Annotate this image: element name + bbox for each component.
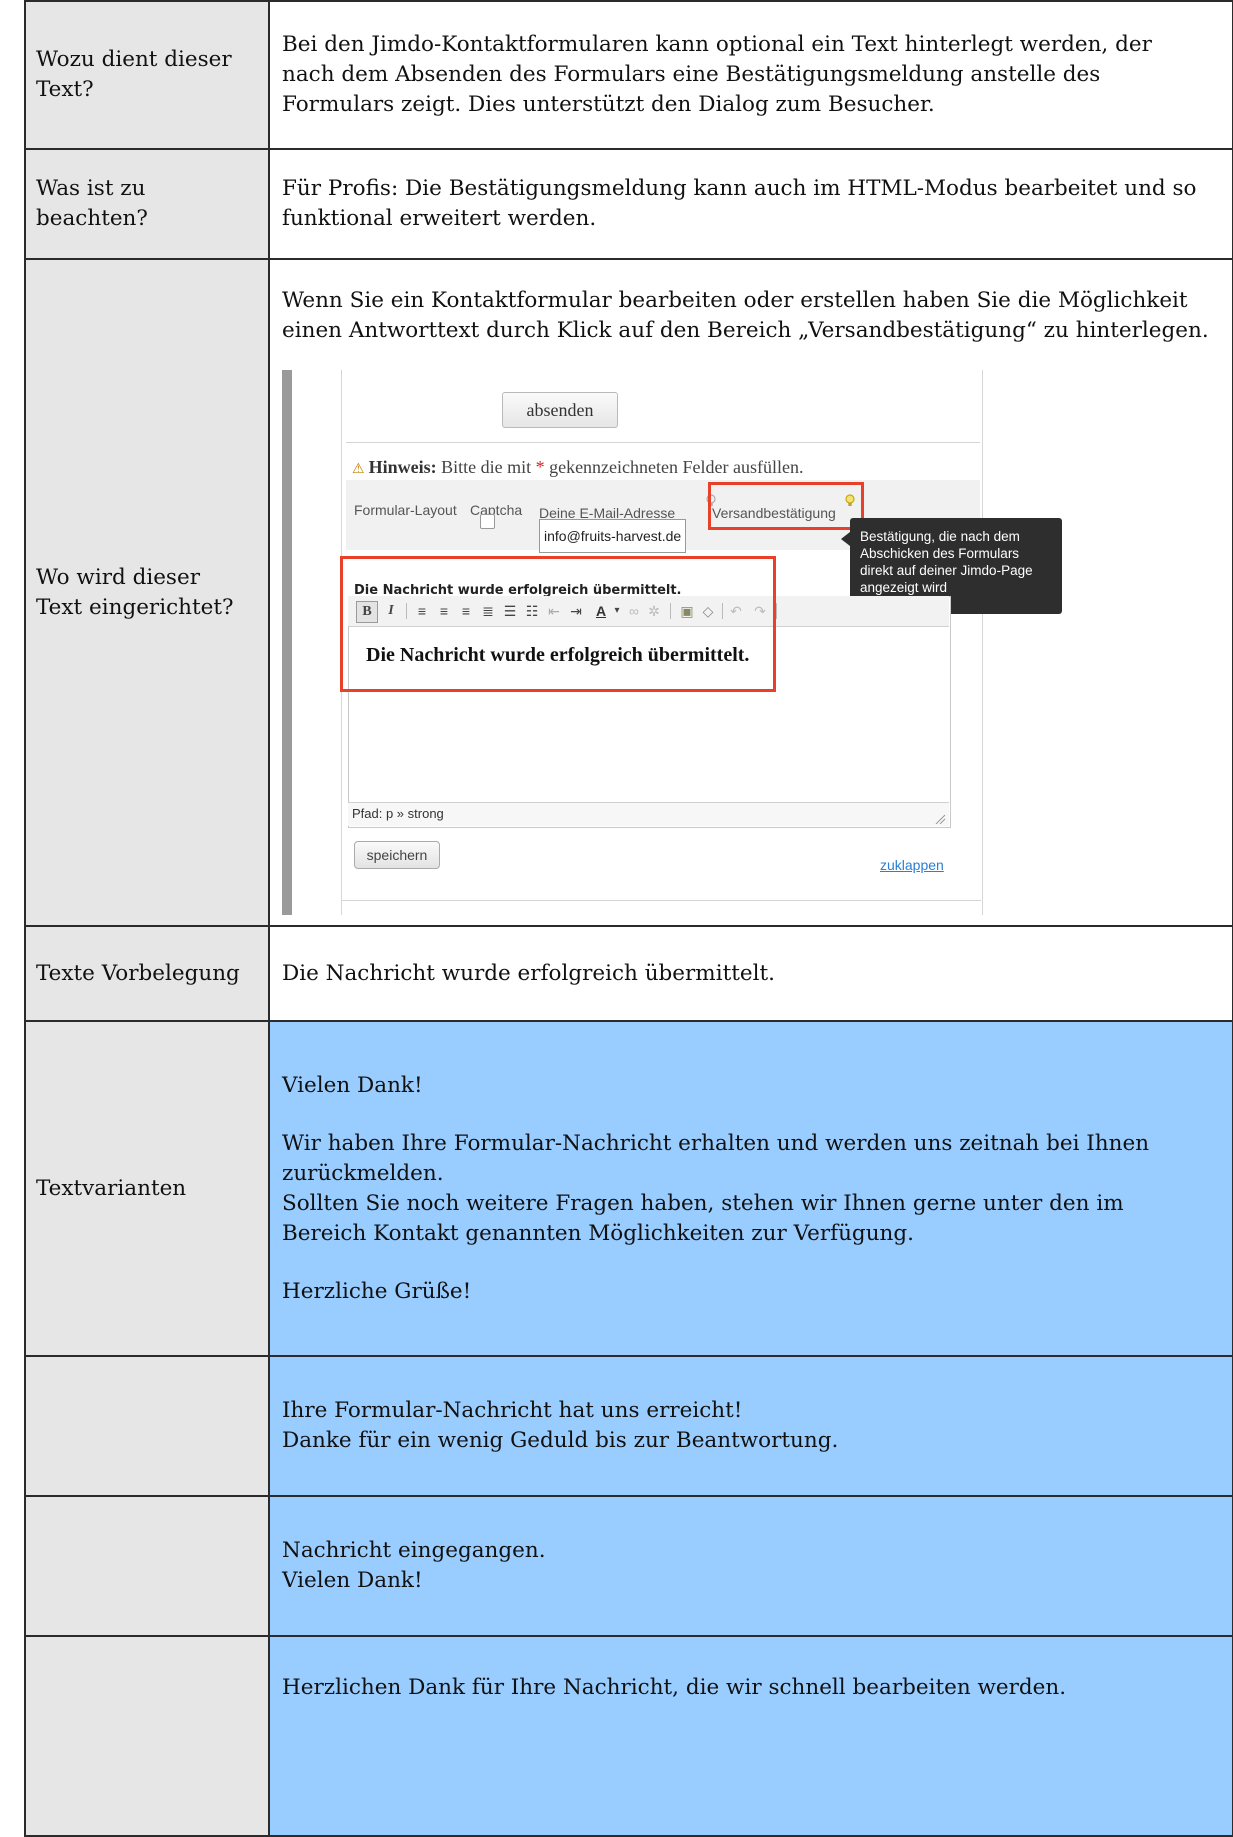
table-row: Textvarianten Vielen Dank! Wir haben Ihr… [24, 1020, 1233, 1357]
variant-line: Nachricht eingegangen. [282, 1538, 546, 1563]
divider [341, 900, 981, 901]
divider [346, 442, 980, 443]
save-button[interactable]: speichern [354, 841, 440, 869]
hint-text-pre: Bitte die mit [441, 457, 532, 477]
confirmation-highlight [708, 482, 864, 530]
variant-line: Vielen Dank! [282, 1568, 423, 1593]
variant-line: Herzlichen Dank für Ihre Nachricht, die … [282, 1675, 1067, 1700]
variant-line: Herzliche Grüße! [282, 1278, 472, 1304]
tab-captcha[interactable]: Captcha [470, 495, 522, 525]
variant-line: Danke für ein wenig Geduld bis zur Beant… [282, 1428, 839, 1453]
row-text: Bei den Jimdo-Kontaktformularen kann opt… [268, 0, 1233, 150]
row-label: Wozu dient dieser Text? [24, 0, 270, 150]
row-label [24, 1495, 270, 1637]
resize-handle-icon[interactable] [934, 814, 946, 824]
warning-icon: ⚠ [352, 462, 365, 477]
row-label: Texte Vorbelegung [24, 925, 270, 1022]
row-label [24, 1635, 270, 1837]
variant-cell: Herzlichen Dank für Ihre Nachricht, die … [268, 1635, 1233, 1837]
row-label: Was ist zu beachten? [24, 148, 270, 260]
required-star: * [535, 457, 545, 477]
email-field[interactable]: info@fruits-harvest.de [539, 519, 687, 553]
submit-button[interactable]: absenden [502, 392, 618, 428]
variant-cell: Ihre Formular-Nachricht hat uns erreicht… [268, 1355, 1233, 1497]
divider [776, 603, 777, 619]
collapse-link[interactable]: zuklappen [880, 850, 944, 880]
table-row: Ihre Formular-Nachricht hat uns erreicht… [24, 1355, 1233, 1497]
row-text: Wenn Sie ein Kontaktformular bearbeiten … [282, 288, 1209, 343]
hint-text-post: gekennzeichneten Felder ausfüllen. [549, 457, 804, 477]
variant-cell: Nachricht eingegangen. Vielen Dank! [268, 1495, 1233, 1637]
table-row: Nachricht eingegangen. Vielen Dank! [24, 1495, 1233, 1637]
form-editor-screenshot: absenden ⚠ Hinweis: Bitte die mit * geken… [282, 370, 1084, 915]
variant-cell: Vielen Dank! Wir haben Ihre Formular-Nac… [268, 1020, 1233, 1357]
variant-line: Vielen Dank! [282, 1072, 423, 1098]
table-row: Texte Vorbelegung Die Nachricht wurde er… [24, 925, 1233, 1022]
editor-path: Pfad: p » strong [348, 802, 949, 826]
faq-table: Wozu dient dieser Text? Bei den Jimdo-Ko… [24, 0, 1233, 1837]
table-row: Was ist zu beachten? Für Profis: Die Bes… [24, 148, 1233, 260]
table-row: Wozu dient dieser Text? Bei den Jimdo-Ko… [24, 0, 1233, 150]
left-edge-bar [282, 370, 292, 915]
variant-line: Ihre Formular-Nachricht hat uns erreicht… [282, 1398, 743, 1423]
table-row: Herzlichen Dank für Ihre Nachricht, die … [24, 1635, 1233, 1837]
captcha-checkbox[interactable] [480, 514, 495, 529]
row-text: Für Profis: Die Bestätigungsmeldung kann… [268, 148, 1233, 260]
row-text: Die Nachricht wurde erfolgreich übermitt… [268, 925, 1233, 1022]
row-cell-setup: Wenn Sie ein Kontaktformular bearbeiten … [268, 258, 1233, 927]
variant-line: Wir haben Ihre Formular-Nachricht erhalt… [282, 1130, 1150, 1186]
hint-label: Hinweis: [368, 457, 437, 477]
tab-form-layout[interactable]: Formular-Layout [354, 495, 457, 525]
variant-line: Sollten Sie noch weitere Fragen haben, s… [282, 1190, 1124, 1246]
editor-highlight [340, 556, 776, 692]
table-row: Wo wird dieser Text eingerichtet? Wenn S… [24, 258, 1233, 927]
row-label: Wo wird dieser Text eingerichtet? [24, 258, 270, 927]
row-label [24, 1355, 270, 1497]
row-label: Textvarianten [24, 1020, 270, 1357]
